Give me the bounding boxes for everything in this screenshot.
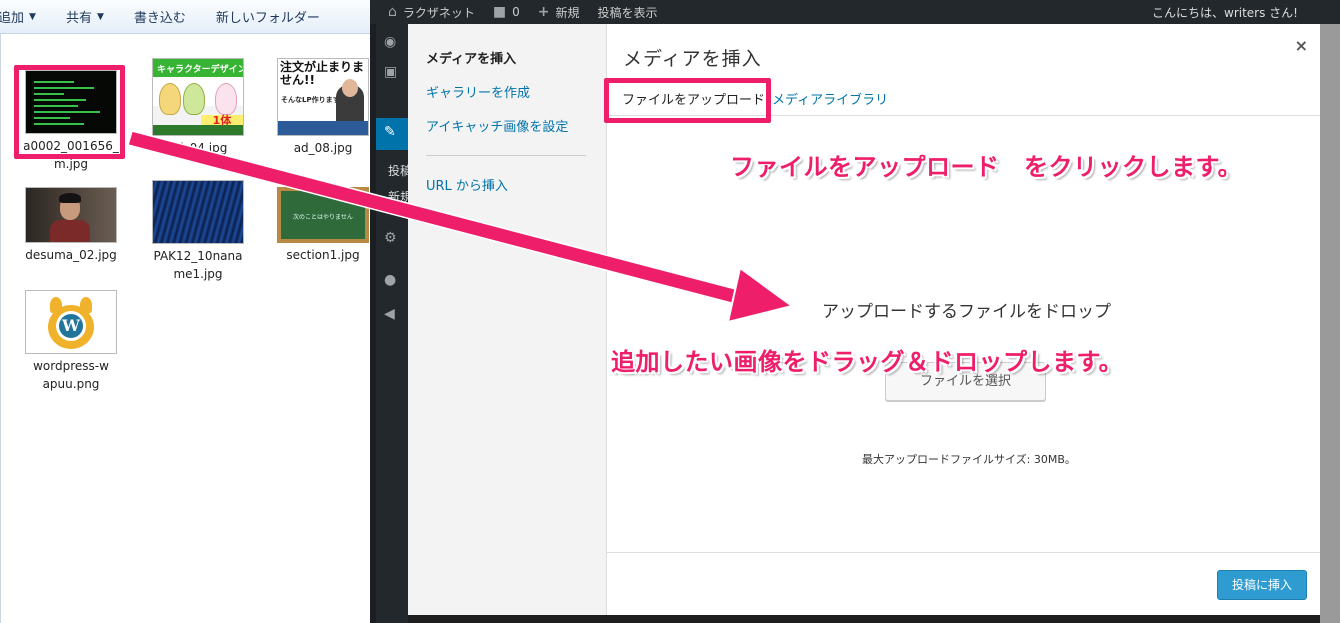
file-thumbnail bbox=[152, 180, 244, 244]
admin-bar-new[interactable]: + 新規 bbox=[538, 4, 580, 21]
file-name: wordpress-wapuu.png bbox=[33, 359, 109, 391]
drop-zone-instructions: アップロードするファイルをドロップ bbox=[822, 302, 1111, 322]
file-tile-desuma[interactable]: desuma_02.jpg bbox=[16, 187, 126, 264]
file-name: ad_04.jpg bbox=[168, 141, 228, 155]
admin-bar-comments[interactable]: ■ 0 bbox=[493, 4, 520, 20]
thumbnail-banner-text: キャラクターデザイン bbox=[157, 65, 244, 75]
selected-file-highlight bbox=[14, 65, 125, 159]
upload-tab-highlight bbox=[604, 78, 771, 123]
menu-item-insert-from-url[interactable]: URL から挿入 bbox=[426, 175, 508, 194]
comments-count: 0 bbox=[512, 5, 520, 19]
file-tile-ad04[interactable]: キャラクターデザイン 1体5800円 ad_04.jpg bbox=[143, 58, 253, 157]
file-thumbnail: W bbox=[25, 290, 117, 354]
file-name: section1.jpg bbox=[286, 248, 360, 262]
file-thumbnail: 注文が止まりません!! そんなLP作ります。 bbox=[277, 58, 369, 136]
thumbnail-chalk-text: 次のことはやりません bbox=[293, 214, 353, 221]
menu-item-create-gallery[interactable]: ギャラリーを作成 bbox=[426, 82, 530, 101]
menu-item-featured-image[interactable]: アイキャッチ画像を設定 bbox=[426, 116, 568, 135]
dashboard-icon[interactable]: ◉ bbox=[384, 34, 396, 50]
menu-item-insert-media[interactable]: メディアを挿入 bbox=[426, 48, 516, 67]
file-thumbnail: 次のことはやりません bbox=[277, 187, 369, 243]
file-name: desuma_02.jpg bbox=[25, 248, 117, 262]
file-tile-ad08[interactable]: 注文が止まりません!! そんなLP作ります。 ad_08.jpg bbox=[268, 58, 378, 157]
collapse-icon[interactable]: ◀ bbox=[384, 306, 395, 322]
modal-title: メディアを挿入 bbox=[623, 48, 762, 70]
wordpress-logo-icon: W bbox=[56, 311, 86, 341]
toolbar-add-label: 追加 bbox=[0, 11, 25, 26]
insert-into-post-button[interactable]: 投稿に挿入 bbox=[1217, 570, 1307, 600]
toolbar-share-button[interactable]: 共有 ▼ bbox=[66, 7, 104, 26]
chevron-down-icon: ▼ bbox=[96, 11, 104, 22]
users-icon[interactable]: ● bbox=[384, 272, 396, 288]
home-icon: ⌂ bbox=[388, 4, 397, 20]
toolbar-new-folder-label: 新しいフォルダー bbox=[215, 11, 320, 26]
admin-bar-greeting[interactable]: こんにちは、writers さん! bbox=[1152, 4, 1298, 21]
annotation-click-instruction: ファイルをアップロード をクリックします。 bbox=[730, 153, 1243, 181]
menu-separator bbox=[426, 155, 586, 156]
media-icon[interactable]: ▣ bbox=[384, 64, 397, 80]
toolbar-burn-button[interactable]: 書き込む bbox=[134, 7, 186, 26]
admin-bar-site[interactable]: ⌂ ラクザネット bbox=[388, 4, 475, 21]
pin-icon[interactable]: ✎ bbox=[384, 124, 396, 140]
toolbar-burn-label: 書き込む bbox=[133, 11, 186, 26]
admin-bar-view-post[interactable]: 投稿を表示 bbox=[598, 4, 658, 21]
file-name: PAK12_10naname1.jpg bbox=[153, 249, 243, 281]
annotation-drag-instruction: 追加したい画像をドラッグ＆ドロップします。 bbox=[611, 348, 1124, 376]
backdrop-bottom bbox=[408, 615, 1320, 623]
tab-media-library[interactable]: メディアライブラリ bbox=[772, 89, 888, 108]
plus-icon: + bbox=[537, 4, 550, 20]
site-name: ラクザネット bbox=[402, 5, 475, 20]
file-thumbnail: キャラクターデザイン 1体5800円 bbox=[152, 58, 244, 136]
wp-admin-sidebar bbox=[376, 24, 408, 623]
backdrop-right bbox=[1320, 24, 1340, 623]
file-tile-pak12[interactable]: PAK12_10naname1.jpg bbox=[143, 180, 253, 283]
comment-icon: ■ bbox=[492, 4, 507, 20]
max-upload-size: 最大アップロードファイルサイズ: 30MB。 bbox=[862, 453, 1076, 466]
media-toolbar: 投稿に挿入 bbox=[607, 552, 1320, 615]
file-thumbnail bbox=[25, 187, 117, 243]
toolbar-new-folder-button[interactable]: 新しいフォルダー bbox=[216, 7, 320, 26]
toolbar-share-label: 共有 bbox=[65, 11, 92, 26]
chevron-down-icon: ▼ bbox=[29, 11, 36, 22]
explorer-pane-divider bbox=[0, 34, 1, 623]
media-modal: メディアを挿入 ギャラリーを作成 アイキャッチ画像を設定 URL から挿入 メデ… bbox=[408, 24, 1320, 615]
view-post-label: 投稿を表示 bbox=[597, 5, 658, 20]
plugins-icon[interactable]: ⚙ bbox=[384, 230, 397, 246]
file-name: ad_08.jpg bbox=[293, 141, 353, 155]
close-icon[interactable]: × bbox=[1295, 36, 1308, 55]
toolbar-add-button[interactable]: 追加 ▼ bbox=[0, 7, 36, 26]
media-menu: メディアを挿入 ギャラリーを作成 アイキャッチ画像を設定 URL から挿入 bbox=[408, 24, 607, 615]
file-tile-wapuu[interactable]: W wordpress-wapuu.png bbox=[16, 290, 126, 393]
explorer-toolbar: 追加 ▼ 共有 ▼ 書き込む 新しいフォルダー bbox=[0, 0, 378, 34]
new-label: 新規 bbox=[555, 5, 580, 20]
file-tile-section1[interactable]: 次のことはやりません section1.jpg bbox=[268, 187, 378, 264]
file-explorer-window: 追加 ▼ 共有 ▼ 書き込む 新しいフォルダー a0002_001656_m.jpg… bbox=[0, 0, 378, 623]
